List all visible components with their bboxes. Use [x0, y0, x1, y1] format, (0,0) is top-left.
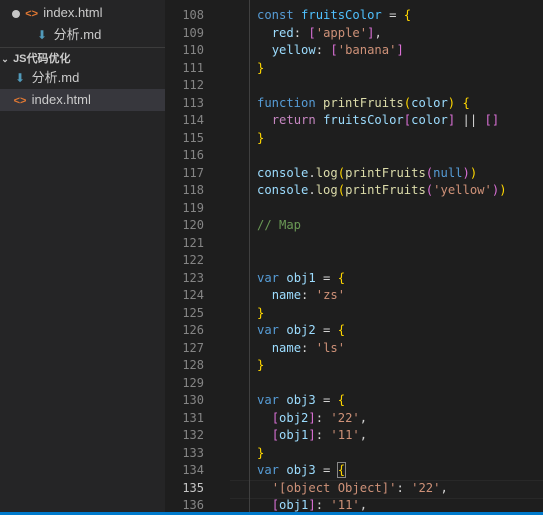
explorer-item-label: 分析.md: [53, 27, 102, 42]
modified-dot-icon: [12, 9, 20, 18]
code-editor[interactable]: const fruitsColor = { red: ['apple'], ye…: [230, 0, 543, 515]
line-number-current: 135: [182, 480, 204, 495]
folder-name: JS代码优化: [13, 53, 71, 65]
explorer-item-analysis-md-open[interactable]: ⬇ 分析.md: [0, 24, 165, 46]
html-file-icon: <>: [25, 8, 39, 20]
line-number: 129: [182, 375, 204, 390]
line-number: 113: [182, 95, 204, 110]
line-number: 111: [182, 60, 204, 75]
line-number: 115: [182, 130, 204, 145]
code-line: }: [257, 60, 265, 75]
line-number: 109: [182, 25, 204, 40]
explorer-item-label: 分析.md: [31, 70, 80, 85]
code-line: red: ['apple'],: [271, 25, 382, 40]
code-line: }: [257, 130, 265, 145]
line-number: 124: [182, 288, 204, 302]
code-line: [obj1]: '11',: [271, 428, 368, 442]
line-number: 132: [182, 428, 204, 442]
explorer-item-analysis-md[interactable]: ⬇ 分析.md: [0, 67, 165, 89]
line-number-gutter: 108 109 110 111 112 113 114 115 116 117 …: [165, 0, 230, 515]
line-number: 114: [182, 113, 204, 127]
line-number: 134: [182, 463, 204, 477]
code-line: function printFruits(color) {: [257, 95, 470, 110]
line-number: 119: [182, 200, 204, 215]
code-line: var obj1 = {: [257, 270, 346, 285]
code-line: return fruitsColor[color] || []: [271, 113, 500, 127]
explorer-item-index-html-open[interactable]: <> index.html: [0, 2, 165, 24]
line-number: 117: [182, 165, 204, 180]
line-number: 127: [182, 340, 204, 355]
line-number: 131: [182, 410, 204, 425]
line-number: 118: [182, 183, 204, 197]
line-number: 128: [182, 358, 204, 372]
code-line: }: [257, 305, 265, 320]
indent-guide: [249, 0, 250, 515]
markdown-file-icon: ⬇: [36, 28, 48, 42]
markdown-file-icon: ⬇: [14, 71, 26, 85]
code-line: name: 'zs': [271, 288, 346, 302]
line-number: 133: [182, 445, 204, 460]
line-number: 123: [182, 270, 204, 285]
code-line: yellow: ['banana']: [271, 43, 404, 57]
line-number: 130: [182, 393, 204, 407]
code-line: var obj3 = {: [257, 393, 346, 407]
line-number: 110: [182, 43, 204, 57]
code-line-comment: // Map: [257, 218, 302, 232]
line-number: 120: [182, 218, 204, 232]
line-number: 126: [182, 323, 204, 337]
html-file-icon: <>: [13, 95, 27, 107]
explorer-item-label: index.html: [31, 92, 91, 107]
line-number: 112: [182, 78, 204, 92]
line-number: 121: [182, 235, 204, 250]
line-number: 122: [182, 253, 204, 267]
code-line: var obj3 = {: [257, 462, 347, 478]
explorer-item-index-html[interactable]: <> index.html: [0, 89, 165, 111]
code-line: }: [257, 445, 265, 460]
code-line: const fruitsColor = {: [257, 8, 412, 22]
code-line: console.log(printFruits(null)): [257, 165, 478, 180]
code-line: name: 'ls': [271, 340, 346, 355]
code-line: [obj2]: '22',: [271, 410, 368, 425]
explorer-sidebar: <> index.html ⬇ 分析.md ⌄ JS代码优化 ⬇ 分析.md <…: [0, 0, 165, 515]
line-number: 125: [182, 305, 204, 320]
code-line: }: [257, 358, 265, 372]
line-number: 116: [182, 148, 204, 162]
code-line: var obj2 = {: [257, 323, 346, 337]
explorer-item-label: index.html: [43, 5, 103, 20]
line-number: 108: [182, 8, 204, 22]
code-line: console.log(printFruits('yellow')): [257, 183, 507, 197]
code-line-current: '[object Object]': '22',: [271, 480, 448, 495]
